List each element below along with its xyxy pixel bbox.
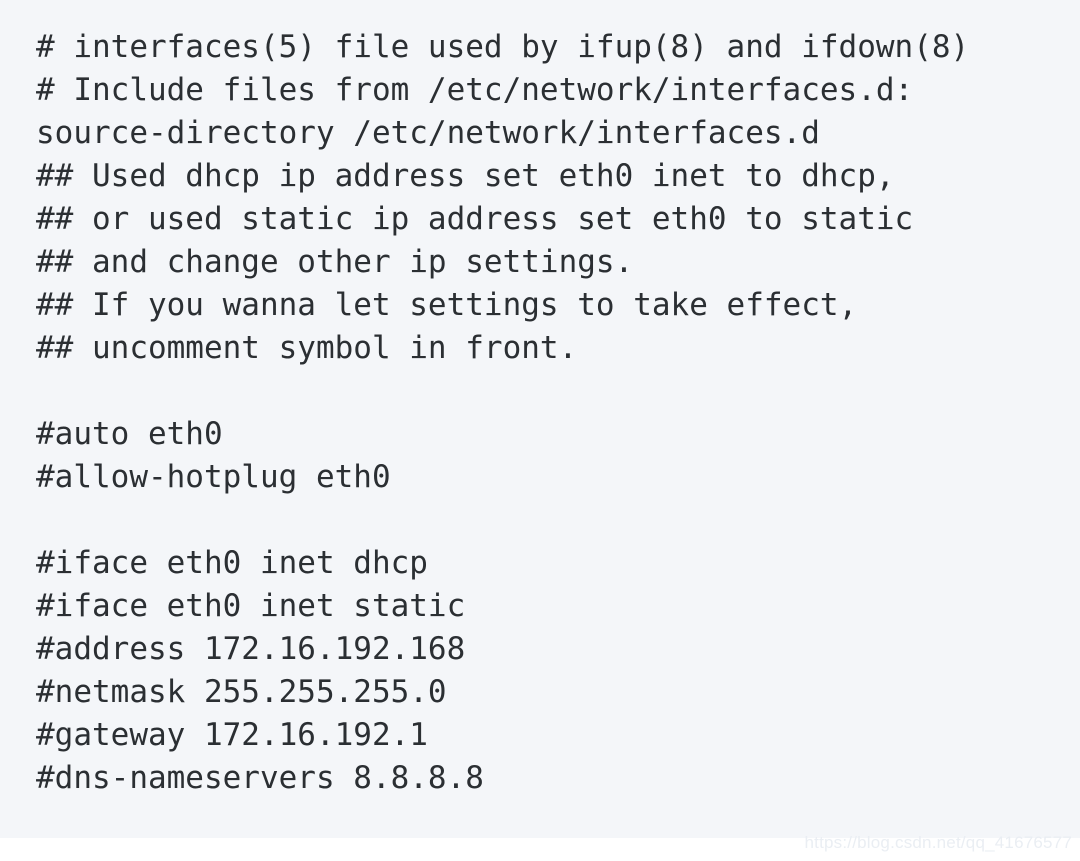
code-line: #auto eth0: [36, 416, 223, 452]
code-line: ## Used dhcp ip address set eth0 inet to…: [36, 158, 895, 194]
code-line: #allow-hotplug eth0: [36, 459, 391, 495]
watermark-text: https://blog.csdn.net/qq_41676577: [804, 833, 1072, 852]
code-line: #iface eth0 inet dhcp: [36, 545, 428, 581]
code-line: ## and change other ip settings.: [36, 244, 634, 280]
code-line: source-directory /etc/network/interfaces…: [36, 115, 820, 151]
code-line: #netmask 255.255.255.0: [36, 674, 447, 710]
code-line: ## or used static ip address set eth0 to…: [36, 201, 914, 237]
code-line: #iface eth0 inet static: [36, 588, 466, 624]
code-line: #address 172.16.192.168: [36, 631, 466, 667]
code-line: ## uncomment symbol in front.: [36, 330, 578, 366]
code-line: #dns-nameservers 8.8.8.8: [36, 760, 484, 796]
code-line: # Include files from /etc/network/interf…: [36, 72, 914, 108]
code-block: # interfaces(5) file used by ifup(8) and…: [0, 0, 1080, 838]
code-line-list: # interfaces(5) file used by ifup(8) and…: [36, 26, 1056, 800]
page-root: # interfaces(5) file used by ifup(8) and…: [0, 0, 1080, 861]
code-line: ## If you wanna let settings to take eff…: [36, 287, 858, 323]
code-line: # interfaces(5) file used by ifup(8) and…: [36, 29, 970, 65]
code-line: #gateway 172.16.192.1: [36, 717, 428, 753]
